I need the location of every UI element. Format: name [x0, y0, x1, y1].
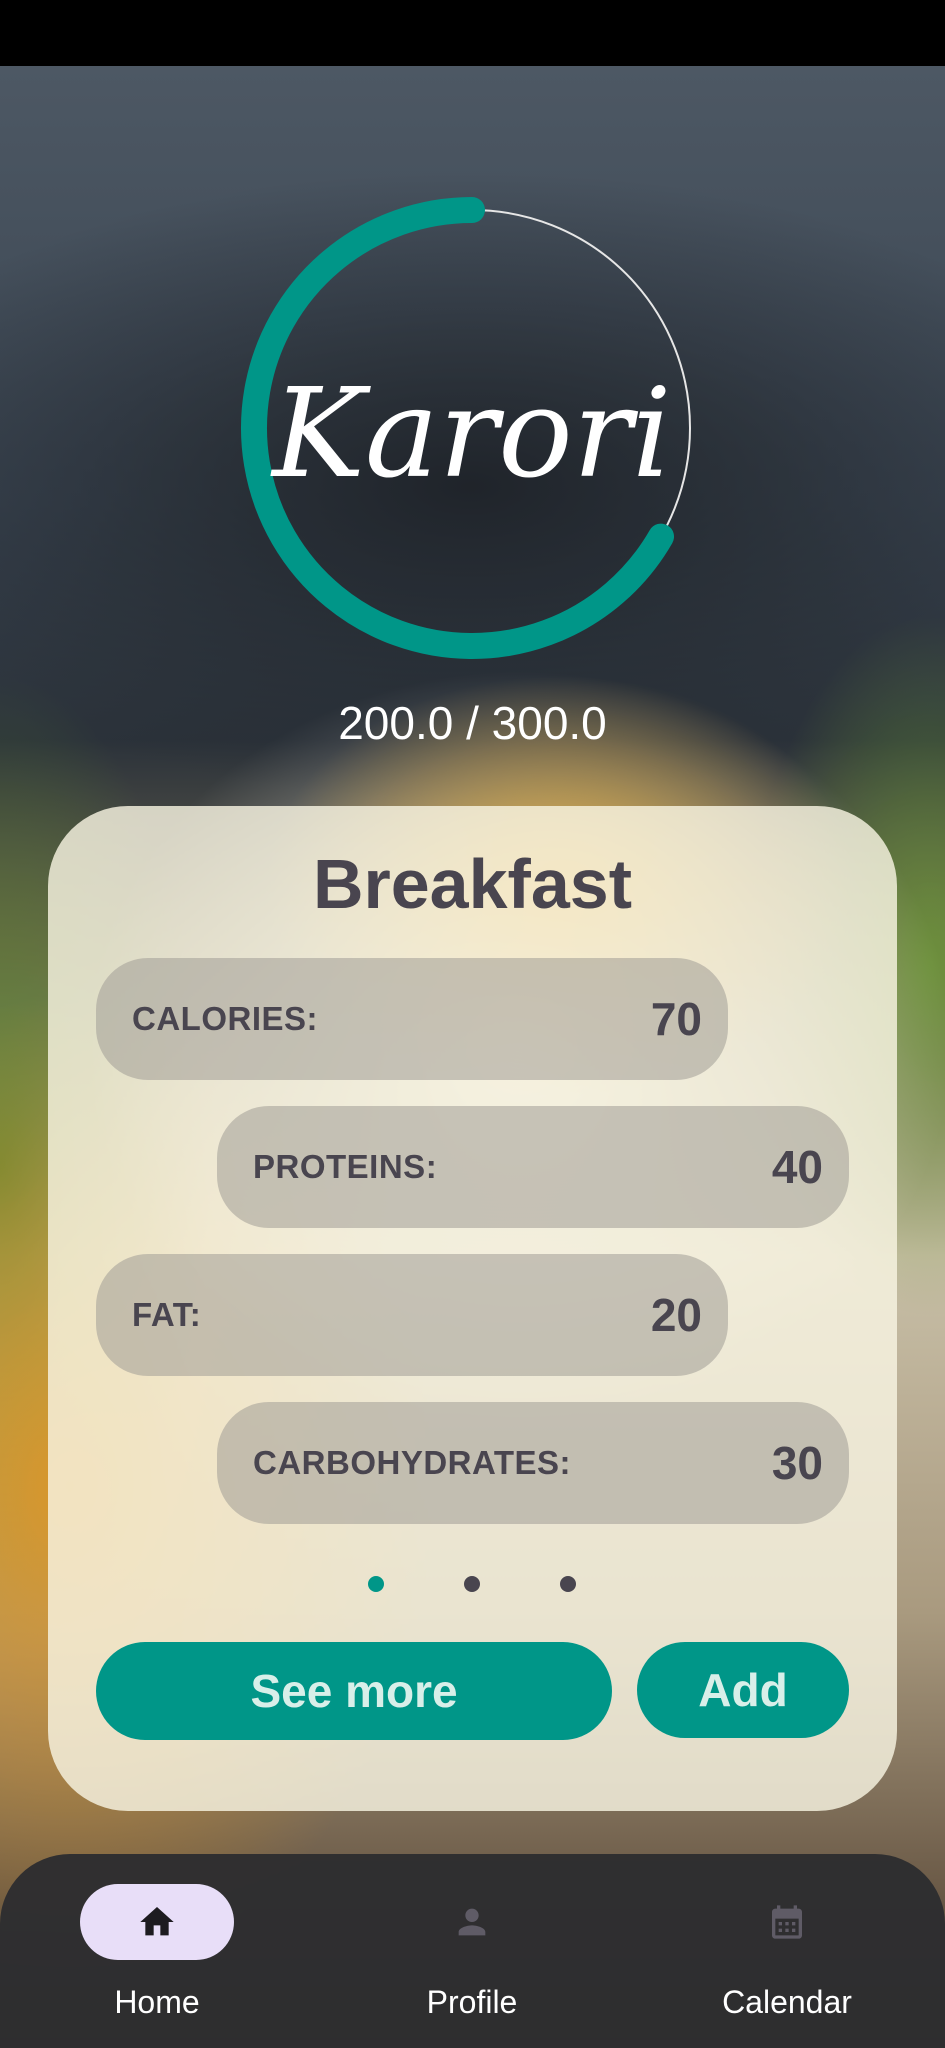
- stat-fat-label: FAT:: [132, 1296, 202, 1333]
- person-icon: [458, 1908, 486, 1936]
- add-button[interactable]: Add: [637, 1642, 849, 1738]
- home-icon: [140, 1907, 174, 1936]
- stat-carbohydrates-value: 30: [771, 1437, 823, 1489]
- app-logo-text: Karori: [270, 362, 671, 506]
- nav-home-label: Home: [114, 1984, 200, 2020]
- nav-item-home[interactable]: Home: [57, 1884, 257, 2034]
- nav-item-calendar[interactable]: Calendar: [687, 1884, 887, 2034]
- nav-calendar-label: Calendar: [722, 1984, 852, 2020]
- page-dot-2[interactable]: [464, 1576, 480, 1592]
- stat-calories: CALORIES: 70: [96, 958, 728, 1080]
- progress-ring-svg: Karori: [241, 197, 691, 659]
- page-indicator: [48, 1576, 897, 1606]
- nav-profile-label: Profile: [426, 1984, 518, 2020]
- meal-card[interactable]: Breakfast CALORIES: 70 PROTEINS: 40 FAT:…: [48, 806, 897, 1811]
- page-dot-1[interactable]: [368, 1576, 384, 1592]
- stat-calories-value: 70: [650, 993, 702, 1045]
- stat-carbohydrates: CARBOHYDRATES: 30: [217, 1402, 849, 1524]
- stat-calories-label: CALORIES:: [132, 1000, 318, 1037]
- stat-proteins-value: 40: [771, 1141, 823, 1193]
- status-bar: [0, 0, 945, 66]
- stat-fat: FAT: 20: [96, 1254, 728, 1376]
- bottom-navigation: Home Profile Calendar: [0, 1854, 945, 2048]
- stat-carbohydrates-label: CARBOHYDRATES:: [253, 1444, 572, 1481]
- see-more-button[interactable]: See more: [96, 1642, 612, 1740]
- stat-proteins-label: PROTEINS:: [253, 1148, 438, 1185]
- screen: Karori 200.0 / 300.0 Breakfast CALORIES:…: [0, 0, 945, 2048]
- calorie-progress-ring: Karori: [232, 176, 712, 686]
- nav-item-profile[interactable]: Profile: [372, 1884, 572, 2034]
- calendar-icon: [772, 1905, 802, 1939]
- calorie-progress-text: 200.0 / 300.0: [338, 697, 607, 749]
- page-dot-3[interactable]: [560, 1576, 576, 1592]
- stat-fat-value: 20: [650, 1289, 702, 1341]
- meal-title: Breakfast: [312, 845, 633, 923]
- stat-proteins: PROTEINS: 40: [217, 1106, 849, 1228]
